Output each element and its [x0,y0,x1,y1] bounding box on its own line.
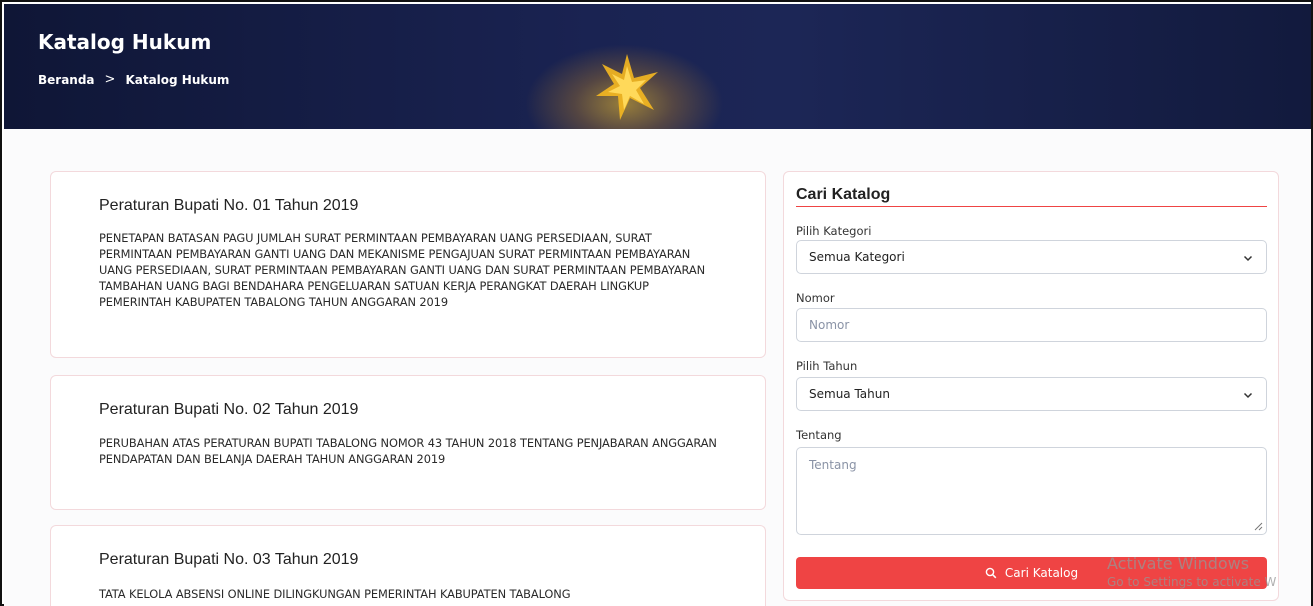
year-select[interactable]: Semua Tahun [796,377,1267,411]
breadcrumb-home-link[interactable]: Beranda [38,73,95,87]
breadcrumb-separator: > [104,72,116,87]
search-panel-divider [796,206,1267,207]
windows-activation-watermark: Activate Windows Go to Settings to activ… [1107,554,1276,592]
chevron-down-icon [1243,392,1253,399]
search-catalog-button-label: Cari Katalog [1004,566,1079,580]
catalog-card[interactable]: Peraturan Bupati No. 03 Tahun 2019 TATA … [50,525,766,606]
catalog-card-title[interactable]: Peraturan Bupati No. 01 Tahun 2019 [99,197,358,215]
search-panel: Cari Katalog Pilih Kategori Semua Katego… [783,171,1279,601]
search-panel-title: Cari Katalog [796,186,891,203]
catalog-card-title[interactable]: Peraturan Bupati No. 03 Tahun 2019 [99,551,358,569]
catalog-card-description: TATA KELOLA ABSENSI ONLINE DILINGKUNGAN … [99,587,571,601]
year-label: Pilih Tahun [796,359,858,373]
page-header-banner: Katalog Hukum Beranda > Katalog Hukum [4,4,1311,129]
search-icon [985,567,997,579]
about-label: Tentang [796,428,842,442]
category-label: Pilih Kategori [796,224,872,238]
chevron-down-icon [1243,255,1253,262]
catalog-card-description: PENETAPAN BATASAN PAGU JUMLAH SURAT PERM… [99,231,706,309]
about-textarea-placeholder: Tentang [809,458,857,472]
watermark-line-1: Activate Windows [1107,554,1250,573]
category-select[interactable]: Semua Kategori [796,240,1267,274]
about-textarea[interactable]: Tentang [796,447,1267,535]
number-input-placeholder: Nomor [809,318,850,332]
category-select-value: Semua Kategori [809,250,905,264]
resize-handle-icon[interactable] [1254,522,1263,531]
watermark-line-2: Go to Settings to activate W [1107,575,1277,589]
catalog-card-title[interactable]: Peraturan Bupati No. 02 Tahun 2019 [99,401,358,419]
year-select-value: Semua Tahun [809,387,890,401]
banner-star-icon [596,54,658,120]
number-label: Nomor [796,291,835,305]
main-content: Peraturan Bupati No. 01 Tahun 2019 PENET… [4,129,1311,606]
breadcrumb-current: Katalog Hukum [125,72,230,87]
catalog-card[interactable]: Peraturan Bupati No. 02 Tahun 2019 PERUB… [50,375,766,510]
breadcrumb: Beranda > Katalog Hukum [38,72,229,87]
catalog-card[interactable]: Peraturan Bupati No. 01 Tahun 2019 PENET… [50,171,766,358]
page-title: Katalog Hukum [38,30,212,54]
number-input[interactable]: Nomor [796,308,1267,342]
catalog-card-description: PERUBAHAN ATAS PERATURAN BUPATI TABALONG… [99,436,717,466]
